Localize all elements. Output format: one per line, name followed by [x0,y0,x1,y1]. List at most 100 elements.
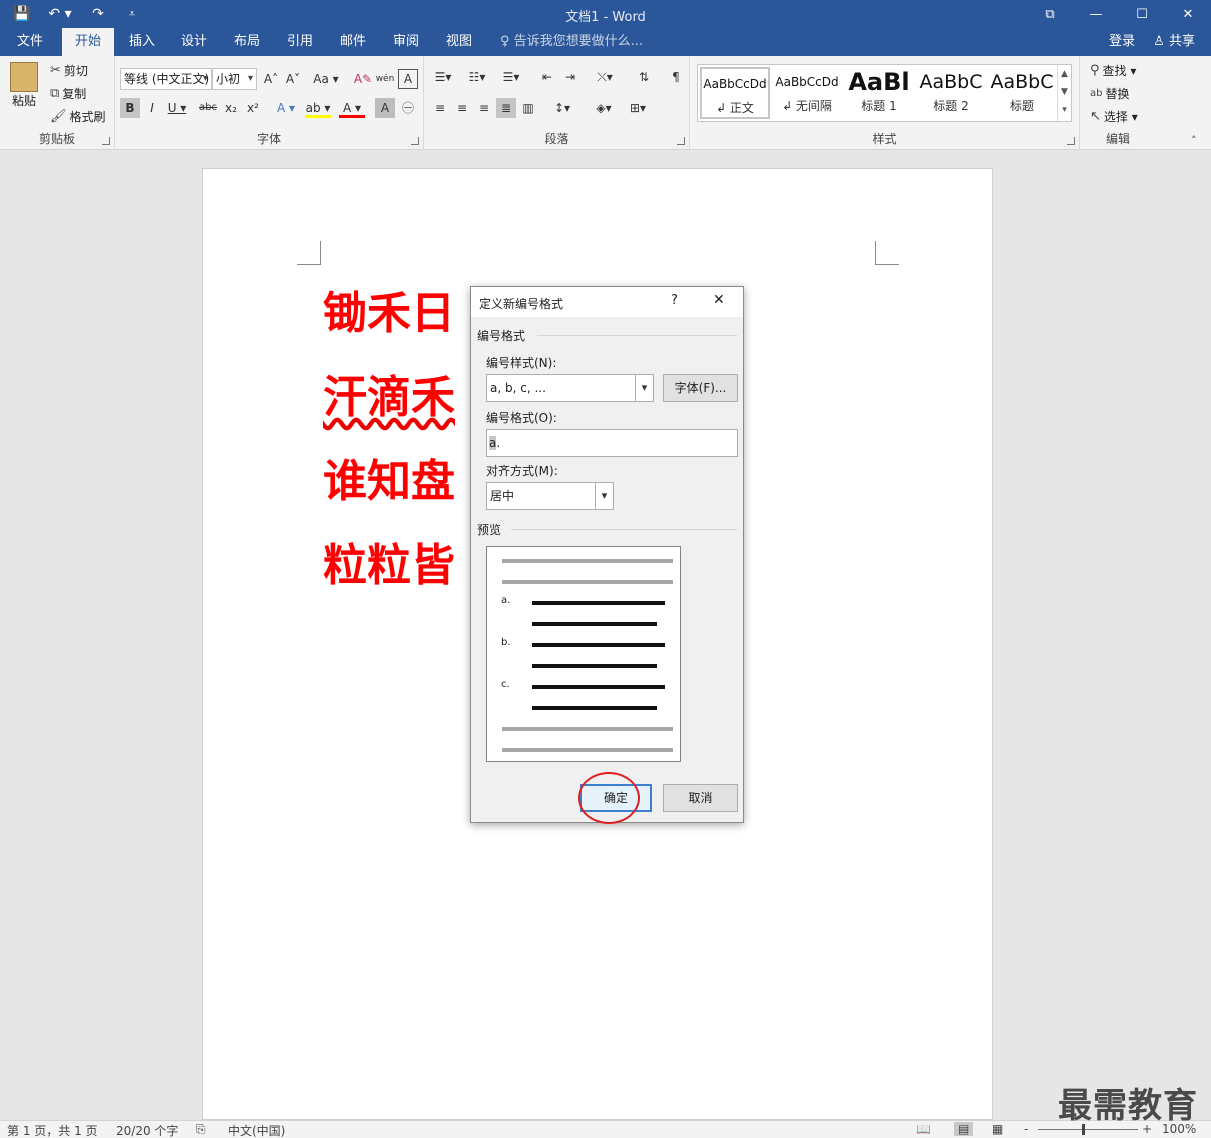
subscript-button[interactable]: x₂ [221,98,241,118]
show-marks-icon[interactable]: ¶ [666,67,686,87]
document-line-1[interactable]: 锄禾日 [323,277,455,341]
bullets-icon[interactable]: ☰▾ [430,67,456,87]
styles-launcher-icon[interactable] [1067,137,1075,145]
line-spacing-icon[interactable]: ↕▾ [548,98,576,118]
copy-button[interactable]: ⧉ 复制 [50,85,86,102]
font-launcher-icon[interactable] [411,137,419,145]
style-no-spacing[interactable]: AaBbCcDd ↲ 无间隔 [772,67,842,119]
chevron-down-icon[interactable]: ▾ [635,375,653,401]
login-link[interactable]: 登录 [1109,28,1135,56]
read-mode-icon[interactable]: 📖 [916,1122,931,1136]
tell-me-search[interactable]: ♀ 告诉我您想要做什么... [500,28,643,56]
gallery-up-icon[interactable]: ▲ [1058,65,1071,83]
maximize-icon[interactable]: ☐ [1119,0,1165,28]
alignment-select[interactable]: 居中 ▾ [486,482,614,510]
tab-file[interactable]: 文件 [4,28,56,56]
dialog-close-icon[interactable]: ✕ [713,292,725,308]
cursor-icon: ↖ [1090,109,1101,124]
chevron-down-icon[interactable]: ▾ [595,483,613,509]
proofing-icon[interactable]: ⎘ [196,1122,206,1137]
number-style-select[interactable]: a, b, c, ... ▾ [486,374,654,402]
cancel-button[interactable]: 取消 [663,784,738,812]
bold-button[interactable]: B [120,98,140,118]
sort-icon[interactable]: ⇅ [634,67,654,87]
font-color-button[interactable]: A ▾ [339,98,365,118]
enclose-char-button[interactable]: ㊀ [398,98,418,118]
format-painter-button[interactable]: 🖌 格式刷 [50,108,106,125]
preview-line [532,685,665,689]
tab-mailings[interactable]: 邮件 [327,28,379,56]
paragraph-group-label: 段落 [544,132,569,146]
web-layout-icon[interactable]: ▦ [992,1122,1003,1136]
number-format-input[interactable]: a. [486,429,738,457]
style-heading-2[interactable]: AaBbC 标题 2 [916,67,986,119]
superscript-button[interactable]: x² [243,98,263,118]
page-count[interactable]: 第 1 页，共 1 页 [7,1122,98,1138]
find-button[interactable]: ⚲ 查找 ▾ [1090,62,1136,79]
multilevel-list-icon[interactable]: ☰▾ [498,67,524,87]
borders-icon[interactable]: ⊞▾ [624,98,652,118]
close-icon[interactable]: ✕ [1165,0,1211,28]
minimize-icon[interactable]: — [1073,0,1119,28]
underline-button[interactable]: U ▾ [164,98,190,118]
select-button[interactable]: ↖ 选择 ▾ [1090,108,1138,125]
italic-button[interactable]: I [142,98,162,118]
numbering-icon[interactable]: ☷▾ [464,67,490,87]
gallery-more-icon[interactable]: ▾ [1058,101,1071,119]
preview-line [532,664,657,668]
tab-references[interactable]: 引用 [274,28,326,56]
word-count[interactable]: 20/20 个字 [116,1122,178,1138]
asian-layout-icon[interactable]: ⤬▾ [592,67,618,87]
document-line-4[interactable]: 粒粒皆 [323,529,455,593]
char-shading-button[interactable]: A [375,98,395,118]
clipboard-launcher-icon[interactable] [102,137,110,145]
shrink-font-button[interactable]: A˅ [283,69,303,89]
print-layout-icon[interactable]: ▤ [954,1122,974,1136]
tab-layout[interactable]: 布局 [221,28,273,56]
replace-button[interactable]: ab 替换 [1090,85,1130,102]
tab-design[interactable]: 设计 [168,28,220,56]
paste-button[interactable]: 粘贴 [10,62,38,109]
text-effects-button[interactable]: A ▾ [273,98,299,118]
change-case-button[interactable]: Aa ▾ [311,69,341,89]
distributed-icon[interactable]: ▥ [518,98,538,118]
strikethrough-button[interactable]: abc [196,98,220,118]
align-center-icon[interactable]: ≡ [452,98,472,118]
zoom-out-icon[interactable]: - [1024,1122,1028,1136]
number-format-suffix: . [496,436,501,450]
tab-home[interactable]: 开始 [62,28,115,56]
font-button[interactable]: 字体(F)... [663,374,738,402]
share-button[interactable]: ♙ 共享 [1145,31,1203,53]
justify-icon[interactable]: ≣ [496,98,516,118]
grow-font-button[interactable]: A˄ [261,69,281,89]
ribbon-display-icon[interactable]: ⧉ [1027,0,1073,28]
clear-format-button[interactable]: A✎ [353,69,373,89]
paragraph-launcher-icon[interactable] [677,137,685,145]
style-title[interactable]: AaBbC 标题 [987,67,1057,119]
decrease-indent-icon[interactable]: ⇤ [537,67,557,87]
font-name-combo[interactable]: 等线 (中文正文) [120,68,212,90]
style-no-spacing-name: ↲ 无间隔 [782,99,832,113]
align-right-icon[interactable]: ≡ [474,98,494,118]
cut-button[interactable]: ✂ 剪切 [50,62,88,79]
collapse-ribbon-icon[interactable]: ˄ [1191,134,1197,147]
phonetic-guide-button[interactable]: wén [375,69,395,89]
align-left-icon[interactable]: ≡ [430,98,450,118]
increase-indent-icon[interactable]: ⇥ [560,67,580,87]
zoom-slider[interactable] [1038,1129,1138,1130]
gallery-scrollbar[interactable]: ▲ ▼ ▾ [1057,65,1071,121]
highlight-button[interactable]: ab ▾ [305,98,331,118]
style-normal[interactable]: AaBbCcDd ↲ 正文 [700,67,770,119]
shading-icon[interactable]: ◈▾ [590,98,618,118]
style-heading-1[interactable]: AaBl 标题 1 [844,67,914,119]
document-line-3[interactable]: 谁知盘 [323,445,455,509]
language-indicator[interactable]: 中文(中国) [228,1122,285,1138]
tab-insert[interactable]: 插入 [116,28,168,56]
tab-view[interactable]: 视图 [433,28,485,56]
gallery-down-icon[interactable]: ▼ [1058,83,1071,101]
document-line-2[interactable]: 汗滴禾 [323,361,455,425]
char-border-button[interactable]: A [398,69,418,89]
font-size-combo[interactable]: 小初 [212,68,257,90]
help-icon[interactable]: ? [671,293,678,308]
tab-review[interactable]: 审阅 [380,28,432,56]
